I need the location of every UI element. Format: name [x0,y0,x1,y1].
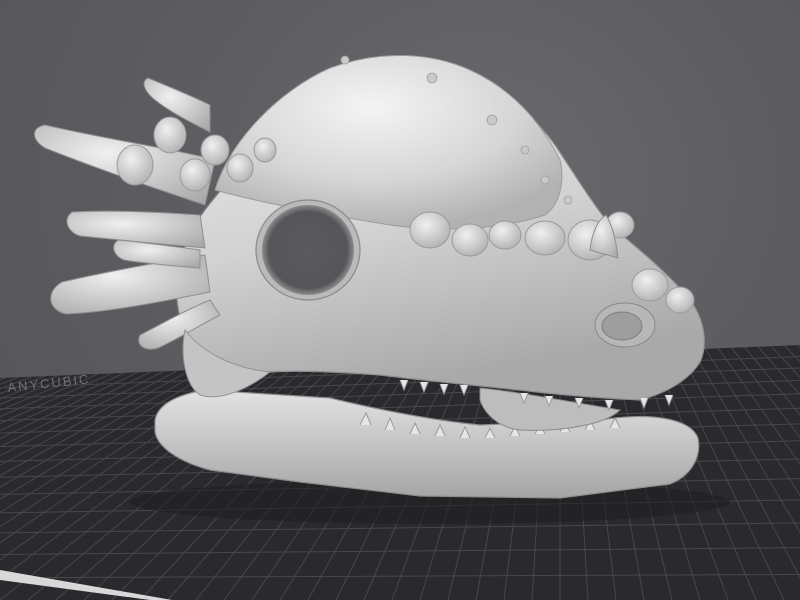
viewport-canvas[interactable]: ANYCUBIC [0,0,800,600]
3d-viewport[interactable]: ANYCUBIC [0,0,800,600]
eye-socket [262,205,354,295]
nostril [601,311,643,341]
